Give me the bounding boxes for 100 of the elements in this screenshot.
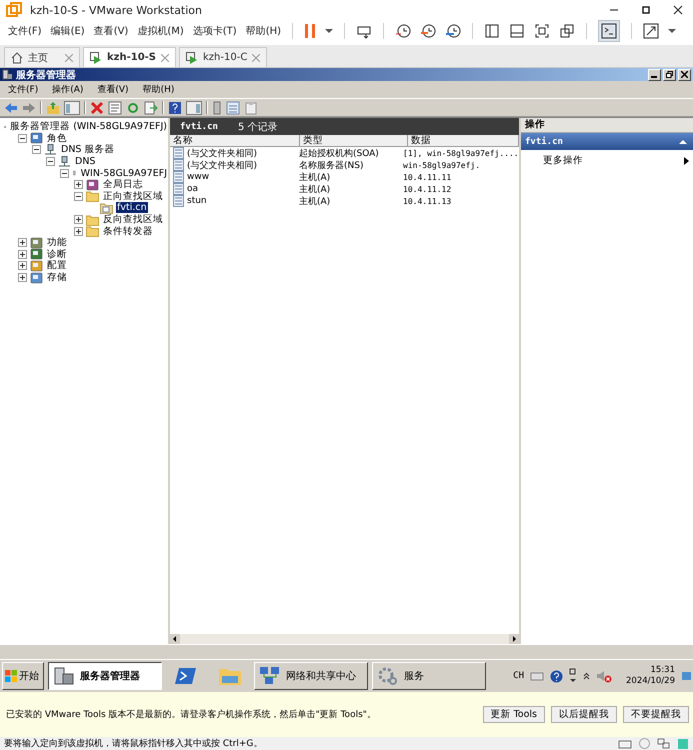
tree-item[interactable]: DNS <box>74 156 96 168</box>
horizontal-scrollbar[interactable] <box>170 634 519 644</box>
notification-button[interactable]: 以后提醒我 <box>551 706 617 723</box>
collapse-arrow-icon[interactable] <box>679 138 687 144</box>
speaker-muted-icon[interactable] <box>596 669 612 683</box>
tree-item[interactable]: 全局日志 <box>102 178 144 192</box>
column-header[interactable]: 类型 <box>300 135 408 146</box>
table-cell-text: 10.4.11.12 <box>403 184 452 194</box>
revert-snapshot-icon[interactable] <box>420 23 436 39</box>
column-header[interactable]: 名称 <box>170 135 300 146</box>
snapshot-manager-icon[interactable] <box>445 23 462 39</box>
tree-item[interactable]: 诊断 <box>46 248 68 261</box>
close-button[interactable] <box>678 68 691 80</box>
menu-item[interactable]: 帮助(H) <box>142 83 174 96</box>
tree-item[interactable]: 存储 <box>46 271 68 284</box>
restore-button[interactable] <box>663 68 676 80</box>
tree-item[interactable]: 服务器管理器 (WIN-58GL9A97EFJ) <box>9 120 168 134</box>
help-icon[interactable] <box>550 670 563 682</box>
tree-item[interactable]: 角色 <box>46 132 68 145</box>
chevron-up-icon[interactable] <box>583 672 590 680</box>
menu-item[interactable]: 编辑(E) <box>50 24 85 38</box>
language-indicator[interactable]: CH <box>513 671 524 681</box>
close-icon[interactable] <box>673 5 683 15</box>
collapse-icon[interactable] <box>74 192 83 201</box>
export-icon[interactable] <box>144 100 158 114</box>
thumbnail-view-icon[interactable] <box>509 23 526 39</box>
collapse-icon[interactable] <box>46 157 55 166</box>
action-item[interactable]: 更多操作 <box>543 154 583 167</box>
tree-item[interactable]: 条件转发器 <box>102 224 154 238</box>
expand-icon[interactable] <box>74 215 83 224</box>
maximize-icon[interactable] <box>641 5 651 15</box>
tree-item[interactable]: 功能 <box>46 236 68 250</box>
menu-item[interactable]: 文件(F) <box>8 83 38 96</box>
collapse-icon[interactable] <box>60 168 69 178</box>
expand-icon[interactable] <box>74 180 83 190</box>
home-icon <box>11 52 23 64</box>
menu-item[interactable]: 文件(F) <box>8 24 42 38</box>
back-icon[interactable] <box>4 100 18 114</box>
notification-button[interactable]: 不要提醒我 <box>623 706 689 723</box>
expand-icon[interactable] <box>18 261 27 270</box>
tree-item[interactable]: WIN-58GL9A97EFJ <box>80 168 168 179</box>
menu-item[interactable]: 操作(A) <box>52 83 84 96</box>
collapse-icon[interactable] <box>32 145 41 154</box>
storage-icon <box>30 272 43 284</box>
dropdown-arrow-icon[interactable] <box>325 28 334 34</box>
notification-button[interactable]: 更新 Tools <box>482 706 545 723</box>
folder-icon <box>86 214 99 226</box>
taskbar-button[interactable]: 网络和共享中心 <box>254 662 368 690</box>
tree-item[interactable]: 正向查找区域 <box>102 190 164 203</box>
menu-item[interactable]: 选项卡(T) <box>192 24 237 38</box>
close-icon <box>681 71 688 78</box>
tree-item[interactable]: fvti.cn <box>116 202 148 214</box>
help-icon[interactable] <box>168 100 182 114</box>
tree-item[interactable]: 反向查找区域 <box>102 213 164 226</box>
network-icon[interactable] <box>657 738 670 749</box>
vm-icon <box>90 52 102 64</box>
taskbar-button[interactable]: 服务器管理器 <box>48 662 162 690</box>
properties-icon[interactable] <box>108 100 122 114</box>
minimize-button[interactable] <box>648 68 661 80</box>
menu-item[interactable]: 帮助(H) <box>246 24 282 38</box>
vm-tab[interactable]: kzh-10-C <box>179 47 268 67</box>
scroll-left-icon[interactable] <box>170 634 180 644</box>
menu-item[interactable]: 虚拟机(M) <box>137 24 184 38</box>
console-tree-icon[interactable] <box>64 100 80 114</box>
actions-section-title: fvti.cn <box>525 136 563 146</box>
pause-icon[interactable] <box>304 23 316 39</box>
column-header[interactable]: 数据 <box>408 135 519 146</box>
dropdown-arrow-icon[interactable] <box>668 28 676 34</box>
vm-tab[interactable]: kzh-10-S <box>83 47 176 67</box>
close-tab-icon[interactable] <box>161 54 170 62</box>
unity-icon[interactable] <box>559 23 576 39</box>
action-pane-icon[interactable] <box>186 100 202 114</box>
tree-item[interactable]: 配置 <box>46 259 68 272</box>
sidebar-view-icon[interactable] <box>484 23 500 39</box>
menu-item[interactable]: 查看(V) <box>97 83 129 96</box>
keyboard-icon[interactable] <box>530 670 544 682</box>
collapse-icon[interactable] <box>18 134 27 143</box>
expand-icon[interactable] <box>74 226 83 236</box>
vm-tab[interactable]: 主页 <box>4 47 80 67</box>
list-icon[interactable] <box>226 100 240 114</box>
tree-item[interactable]: DNS 服务器 <box>60 143 116 156</box>
snapshot-icon[interactable] <box>395 23 412 39</box>
diagnostics-icon <box>30 248 43 260</box>
expand-icon[interactable] <box>18 238 27 248</box>
delete-icon[interactable] <box>90 100 104 114</box>
clipboard-icon[interactable] <box>244 100 258 114</box>
taskbar-button[interactable]: 服务 <box>372 662 486 690</box>
expand-icon[interactable] <box>18 250 27 259</box>
status-message: 要将输入定向到该虚拟机，请将鼠标指针移入其中或按 Ctrl+G。 <box>4 738 262 750</box>
full-screen-icon[interactable] <box>534 23 550 39</box>
scroll-right-icon[interactable] <box>509 634 519 644</box>
ime-options-icon[interactable] <box>569 668 577 684</box>
powershell-icon <box>175 667 197 685</box>
menu-item[interactable]: 查看(V) <box>94 24 128 38</box>
start-button[interactable]: 开始 <box>2 662 44 690</box>
record-icon <box>173 171 184 183</box>
stretch-icon[interactable] <box>643 23 660 39</box>
console-icon[interactable] <box>598 20 620 42</box>
actions-section-header[interactable]: fvti.cn <box>521 133 693 150</box>
expand-icon[interactable] <box>18 273 27 282</box>
